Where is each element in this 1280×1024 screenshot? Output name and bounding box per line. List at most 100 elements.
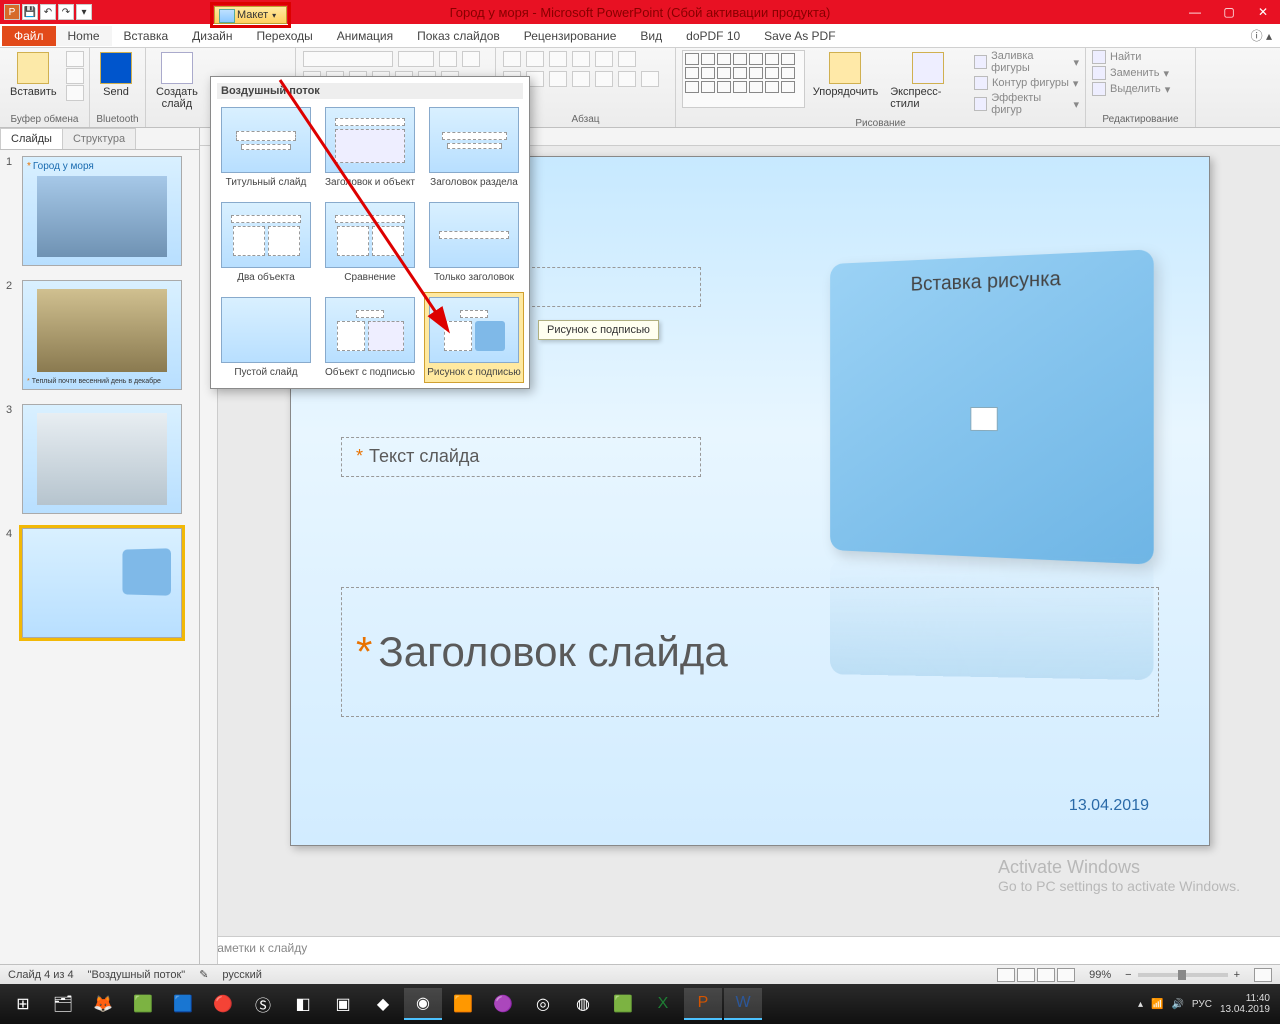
taskbar-app-icon[interactable]: 🟦 — [164, 988, 202, 1020]
normal-view-button[interactable] — [997, 968, 1015, 982]
indent-dec-icon[interactable] — [549, 51, 567, 67]
taskbar-chrome-icon[interactable]: ◉ — [404, 988, 442, 1020]
taskbar-powerpoint-icon[interactable]: P — [684, 988, 722, 1020]
taskbar-app-icon[interactable]: ◆ — [364, 988, 402, 1020]
panel-tab-outline[interactable]: Структура — [62, 128, 136, 149]
save-icon[interactable]: 💾 — [22, 4, 38, 20]
fit-to-window-button[interactable] — [1254, 968, 1272, 982]
taskbar-opera-icon[interactable]: 🔴 — [204, 988, 242, 1020]
tab-file[interactable]: Файл — [2, 26, 56, 46]
taskbar-app-icon[interactable]: 🟩 — [124, 988, 162, 1020]
text-direction-icon[interactable] — [618, 51, 636, 67]
find-button[interactable]: Найти — [1092, 50, 1170, 64]
tray-language[interactable]: РУС — [1192, 999, 1212, 1010]
paste-button[interactable]: Вставить — [6, 50, 61, 100]
status-spellcheck-icon[interactable]: ✎ — [199, 968, 208, 981]
qat-more-icon[interactable]: ▾ — [76, 4, 92, 20]
layout-title-slide[interactable]: Титульный слайд — [217, 103, 315, 192]
cut-icon[interactable] — [66, 51, 84, 67]
format-painter-icon[interactable] — [66, 85, 84, 101]
redo-icon[interactable]: ↷ — [58, 4, 74, 20]
panel-tab-slides[interactable]: Слайды — [0, 128, 63, 149]
layout-picture-caption[interactable]: Рисунок с подписью — [425, 293, 523, 382]
shape-fill-button[interactable]: Заливка фигуры ▾ — [974, 50, 1079, 74]
bullets-icon[interactable] — [503, 51, 521, 67]
taskbar-excel-icon[interactable]: X — [644, 988, 682, 1020]
tray-chevron-icon[interactable]: ▴ — [1138, 999, 1143, 1010]
select-button[interactable]: Выделить ▾ — [1092, 82, 1170, 96]
sorter-view-button[interactable] — [1017, 968, 1035, 982]
layout-content-caption[interactable]: Объект с подписью — [321, 293, 419, 382]
bluetooth-send-button[interactable]: Send — [96, 50, 136, 100]
grow-font-icon[interactable] — [439, 51, 457, 67]
align-text-icon[interactable] — [618, 71, 636, 87]
tab-transitions[interactable]: Переходы — [244, 26, 324, 46]
tray-clock[interactable]: 11:40 13.04.2019 — [1220, 993, 1270, 1015]
tab-saveaspdf[interactable]: Save As PDF — [752, 26, 847, 46]
columns-icon[interactable] — [595, 71, 613, 87]
title-placeholder[interactable]: *Заголовок слайда — [341, 587, 1159, 717]
close-button[interactable]: ✕ — [1246, 0, 1280, 24]
notes-pane[interactable]: Заметки к слайду — [200, 936, 1280, 964]
arrange-button[interactable]: Упорядочить — [809, 50, 882, 100]
indent-inc-icon[interactable] — [572, 51, 590, 67]
tab-review[interactable]: Рецензирование — [512, 26, 629, 46]
tray-network-icon[interactable]: 📶 — [1151, 999, 1163, 1010]
smartart-icon[interactable] — [641, 71, 659, 87]
layout-blank[interactable]: Пустой слайд — [217, 293, 315, 382]
zoom-slider[interactable]: −+ — [1125, 969, 1240, 981]
picture-placeholder[interactable]: Вставка рисунка — [830, 249, 1154, 564]
font-family-combo[interactable] — [303, 51, 393, 67]
start-button[interactable]: ⊞ — [4, 988, 42, 1020]
thumbnail-2[interactable]: Теплый почти весенний день в декабре — [22, 280, 182, 390]
tab-animation[interactable]: Анимация — [325, 26, 405, 46]
replace-button[interactable]: Заменить ▾ — [1092, 66, 1170, 80]
shape-outline-button[interactable]: Контур фигуры ▾ — [974, 76, 1079, 90]
thumbnail-3[interactable] — [22, 404, 182, 514]
copy-icon[interactable] — [66, 68, 84, 84]
align-right-icon[interactable] — [549, 71, 567, 87]
taskbar-word-icon[interactable]: W — [724, 988, 762, 1020]
thumbnail-1[interactable]: Город у моря — [22, 156, 182, 266]
tab-design[interactable]: Дизайн — [180, 26, 244, 46]
taskbar-viber-icon[interactable]: 🟣 — [484, 988, 522, 1020]
layout-title-content[interactable]: Заголовок и объект — [321, 103, 419, 192]
help-icon[interactable]: ⓘ ▴ — [1251, 27, 1272, 44]
taskbar-skype-icon[interactable]: Ⓢ — [244, 988, 282, 1020]
layout-comparison[interactable]: Сравнение — [321, 198, 419, 287]
tab-view[interactable]: Вид — [628, 26, 674, 46]
taskbar-explorer-icon[interactable]: 🗂 — [44, 988, 82, 1020]
taskbar-app-icon[interactable]: ▣ — [324, 988, 362, 1020]
tab-slideshow[interactable]: Показ слайдов — [405, 26, 512, 46]
minimize-button[interactable]: — — [1178, 0, 1212, 24]
system-tray[interactable]: ▴ 📶 🔊 РУС 11:40 13.04.2019 — [1138, 993, 1276, 1015]
layout-section-header[interactable]: Заголовок раздела — [425, 103, 523, 192]
layout-title-only[interactable]: Только заголовок — [425, 198, 523, 287]
new-slide-button[interactable]: Создать слайд — [152, 50, 202, 112]
shape-effects-button[interactable]: Эффекты фигур ▾ — [974, 92, 1079, 116]
justify-icon[interactable] — [572, 71, 590, 87]
undo-icon[interactable]: ↶ — [40, 4, 56, 20]
status-language[interactable]: русский — [222, 969, 261, 981]
shapes-gallery[interactable] — [682, 50, 805, 108]
numbering-icon[interactable] — [526, 51, 544, 67]
taskbar-app-icon[interactable]: ◧ — [284, 988, 322, 1020]
taskbar-app-icon[interactable]: ◍ — [564, 988, 602, 1020]
taskbar-firefox-icon[interactable]: 🦊 — [84, 988, 122, 1020]
line-spacing-icon[interactable] — [595, 51, 613, 67]
maximize-button[interactable]: ▢ — [1212, 0, 1246, 24]
reading-view-button[interactable] — [1037, 968, 1055, 982]
shrink-font-icon[interactable] — [462, 51, 480, 67]
text-placeholder[interactable]: *Текст слайда — [341, 437, 701, 477]
tray-volume-icon[interactable]: 🔊 — [1171, 999, 1183, 1010]
font-size-combo[interactable] — [398, 51, 434, 67]
tab-insert[interactable]: Вставка — [112, 26, 181, 46]
taskbar-app-icon[interactable]: ◎ — [524, 988, 562, 1020]
layout-button[interactable]: Макет — [214, 6, 287, 24]
tab-dopdf[interactable]: doPDF 10 — [674, 26, 752, 46]
taskbar-app-icon[interactable]: 🟩 — [604, 988, 642, 1020]
quick-styles-button[interactable]: Экспресс-стили — [886, 50, 970, 112]
thumbnails-list[interactable]: 1 Город у моря 2 Теплый почти весенний д… — [0, 150, 199, 964]
slideshow-view-button[interactable] — [1057, 968, 1075, 982]
zoom-level[interactable]: 99% — [1089, 969, 1111, 981]
